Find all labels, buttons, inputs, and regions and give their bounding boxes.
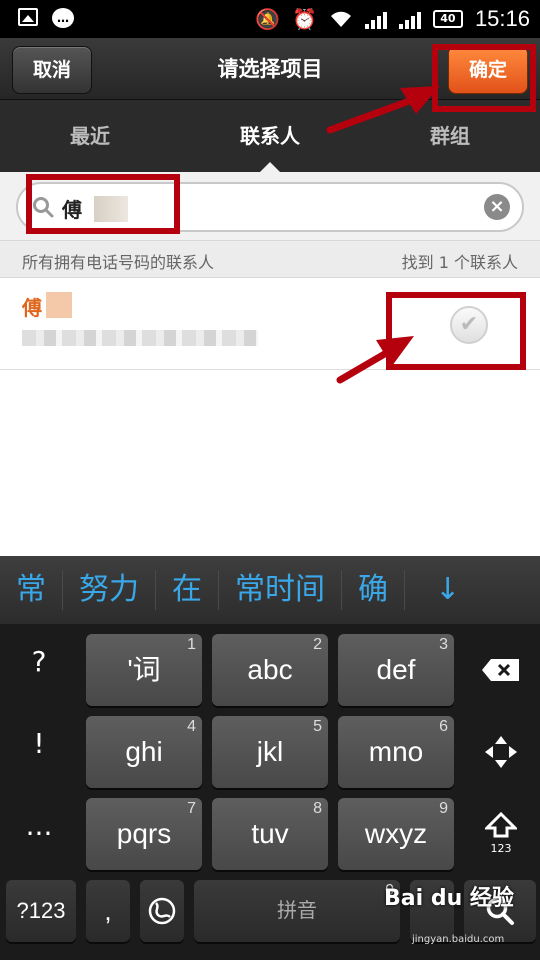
key-label: mno: [368, 736, 424, 767]
mute-icon: 🔕: [255, 7, 281, 31]
symbol-key[interactable]: ?: [0, 632, 78, 714]
blurred-name: [46, 292, 72, 318]
key-number: 5: [313, 718, 322, 735]
status-left: …: [18, 8, 74, 28]
image-icon: [18, 8, 38, 26]
key-number: 3: [439, 636, 448, 653]
key-label: jkl: [256, 736, 284, 767]
key-9[interactable]: wxyz 9: [338, 798, 454, 870]
ime-candidate-bar: 常 努力 在 常时间 确 ↓: [0, 556, 540, 624]
wifi-icon: [330, 11, 351, 27]
annotation-box-check: [386, 292, 526, 370]
globe-icon: [148, 897, 176, 925]
backspace-icon: [482, 659, 519, 681]
key-label: abc: [247, 654, 293, 685]
signal-icon: [364, 9, 387, 29]
key-5[interactable]: jkl 5: [212, 716, 328, 788]
alarm-icon: ⏰: [292, 7, 317, 31]
chat-icon: …: [52, 8, 74, 28]
expand-candidates-icon[interactable]: ↓: [405, 570, 476, 610]
key-3[interactable]: def 3: [338, 634, 454, 706]
watermark-url: jingyan.baidu.com: [412, 934, 505, 945]
cancel-button[interactable]: 取消: [12, 46, 92, 94]
key-number: 9: [439, 800, 448, 817]
candidate-item[interactable]: 努力: [63, 570, 156, 610]
candidate-item[interactable]: 确: [342, 570, 405, 610]
cursor-move-key[interactable]: [466, 716, 536, 788]
backspace-key[interactable]: [466, 634, 536, 706]
key-label: '词: [127, 654, 161, 685]
result-count: 找到 1 个联系人: [401, 253, 518, 272]
key-4[interactable]: ghi 4: [86, 716, 202, 788]
key-label: ghi: [125, 736, 163, 767]
symbol-key[interactable]: !: [0, 714, 78, 796]
move-cursor-icon: [485, 736, 517, 768]
blurred-detail: [22, 330, 258, 346]
shift-icon: [483, 811, 519, 838]
contact-name: 傅: [22, 296, 42, 320]
clear-icon[interactable]: ×: [484, 194, 510, 220]
key-number: 1: [187, 636, 196, 653]
key-8[interactable]: tuv 8: [212, 798, 328, 870]
candidate-item[interactable]: 在: [156, 570, 219, 610]
info-description: 所有拥有电话号码的联系人: [22, 253, 215, 272]
shift-key[interactable]: 123: [466, 798, 536, 870]
symbol-key[interactable]: ...: [0, 796, 78, 878]
candidate-item[interactable]: 常时间: [219, 570, 342, 610]
watermark: Bai du 经验: [384, 886, 514, 911]
status-bar: … 🔕 ⏰ 40 15:16: [0, 0, 540, 38]
annotation-box-confirm: [432, 44, 536, 112]
space-key[interactable]: 拼音 0: [194, 880, 400, 942]
signal-icon-2: [398, 9, 421, 29]
tab-pointer-icon: [260, 162, 280, 172]
tab-contacts[interactable]: 联系人: [180, 100, 360, 172]
clock: 15:16: [474, 6, 530, 31]
key-number: 8: [313, 800, 322, 817]
language-key[interactable]: [140, 880, 184, 942]
key-number: 7: [187, 800, 196, 817]
key-number: 2: [313, 636, 322, 653]
key-number: 4: [187, 718, 196, 735]
key-7[interactable]: pqrs 7: [86, 798, 202, 870]
annotation-box-search: [26, 174, 180, 234]
candidate-item[interactable]: 常: [0, 570, 63, 610]
tab-contacts-label: 联系人: [240, 124, 300, 148]
key-label: def: [376, 654, 416, 685]
comma-key[interactable]: ,: [86, 880, 130, 942]
key-label: pqrs: [116, 818, 172, 849]
key-label: tuv: [251, 818, 289, 849]
key-number: 6: [439, 718, 448, 735]
key-2[interactable]: abc 2: [212, 634, 328, 706]
shift-sublabel: 123: [490, 842, 512, 855]
info-bar: 所有拥有电话号码的联系人 找到 1 个联系人: [0, 240, 540, 278]
space-label: 拼音: [277, 900, 317, 922]
symbols-switch-key[interactable]: ?123: [6, 880, 76, 942]
key-1[interactable]: '词 1: [86, 634, 202, 706]
tab-recent[interactable]: 最近: [0, 100, 180, 172]
key-6[interactable]: mno 6: [338, 716, 454, 788]
key-label: wxyz: [364, 818, 428, 849]
status-right: 🔕 ⏰ 40 15:16: [255, 6, 530, 32]
battery-icon: 40: [432, 10, 463, 28]
